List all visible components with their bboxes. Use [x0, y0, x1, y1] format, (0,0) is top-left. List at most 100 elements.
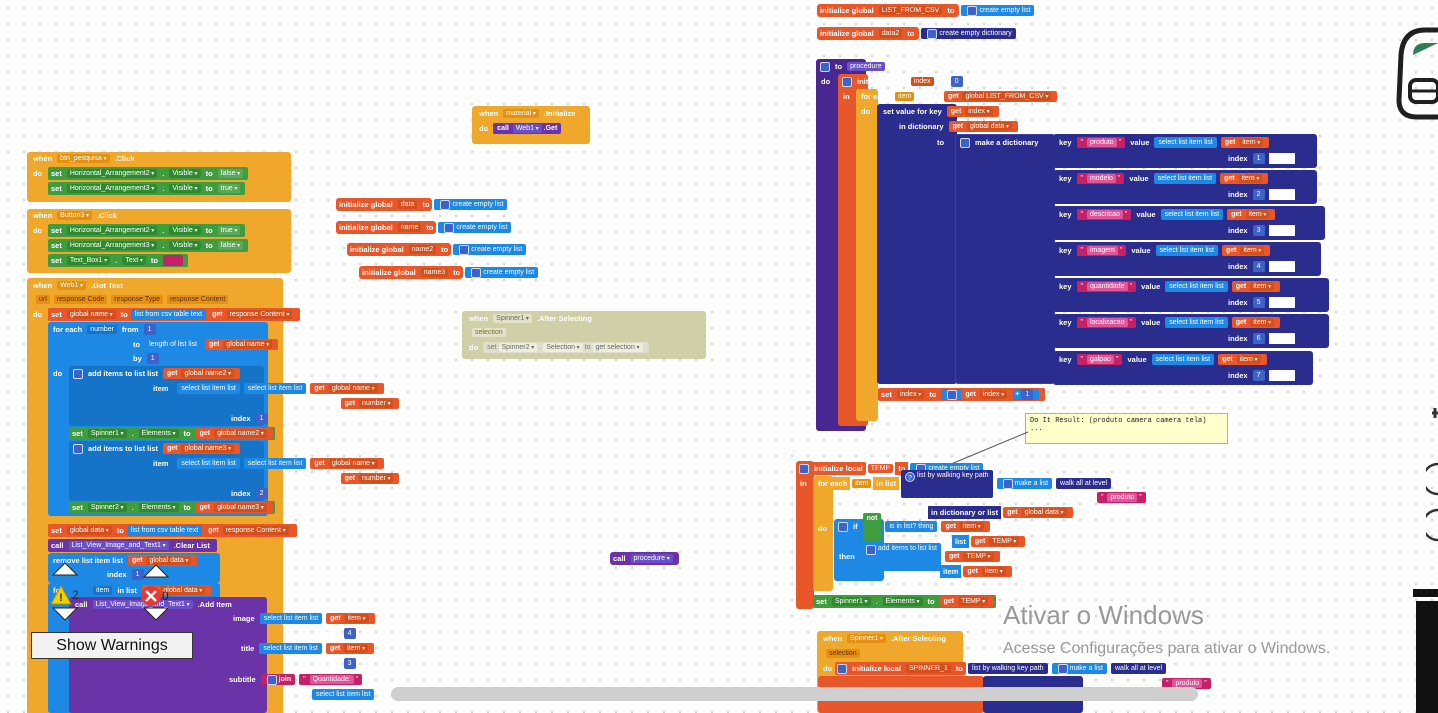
procedure-dropdown[interactable]: procedure	[630, 554, 673, 563]
make-a-list-block[interactable]: make a list	[1051, 663, 1107, 674]
plus-icon[interactable]	[1425, 405, 1438, 445]
chevron-down-icon[interactable]	[141, 604, 171, 626]
select-list-item-block[interactable]: select list item list	[1154, 137, 1217, 148]
param-selection[interactable]: selection	[472, 328, 506, 337]
text-block[interactable]: " localizacao "	[1076, 317, 1137, 328]
param-selection[interactable]: selection	[826, 649, 860, 658]
variable-dropdown[interactable]: global data	[66, 526, 112, 535]
number-block[interactable]: 6	[1252, 333, 1265, 344]
get-block[interactable]: get TEMP	[944, 551, 1000, 562]
loop-variable[interactable]: number	[87, 325, 117, 334]
number-block[interactable]: 4	[343, 628, 356, 639]
text-block[interactable]: " modelo "	[1076, 173, 1125, 184]
variable-dropdown[interactable]: number	[359, 399, 394, 408]
number-block[interactable]: 2	[1252, 189, 1265, 200]
select-list-item-block[interactable]: select list item list	[1155, 245, 1219, 256]
is-in-list-block[interactable]: is in list? thing	[885, 521, 938, 532]
get-block[interactable]: get item	[1220, 173, 1269, 184]
get-block[interactable]: get global data	[948, 121, 1018, 132]
property-dropdown[interactable]: Selection	[543, 343, 583, 352]
get-block[interactable]: get response Content	[208, 309, 299, 320]
select-list-item-block[interactable]: select list item list	[243, 458, 307, 469]
select-list-item-block[interactable]: select list item list	[177, 458, 240, 469]
gear-icon[interactable]	[820, 61, 830, 72]
loop-variable[interactable]: item	[852, 479, 872, 488]
component-dropdown[interactable]: Spinner1	[847, 634, 886, 643]
number-block[interactable]: 3	[343, 658, 356, 669]
gear-icon[interactable]	[927, 28, 938, 39]
global-name-field[interactable]: data2	[878, 29, 903, 38]
param-response-type[interactable]: response Type	[111, 295, 164, 304]
get-block[interactable]: get number	[340, 473, 400, 484]
gear-icon[interactable]	[842, 76, 852, 87]
do-it-result-comment[interactable]: Do It Result: (produto camera camera tel…	[1025, 413, 1228, 444]
get-block[interactable]: get item	[1231, 317, 1281, 328]
variable-dropdown[interactable]: item	[1250, 282, 1275, 291]
get-block[interactable]: get item	[1227, 209, 1276, 220]
text-block[interactable]: " produto "	[1097, 492, 1146, 503]
variable-dropdown[interactable]: item	[959, 522, 984, 531]
key-text[interactable]: localizacao	[1086, 318, 1128, 327]
add-items-to-list-block[interactable]: add items to list list	[859, 542, 941, 571]
get-block[interactable]: get global name	[310, 383, 384, 394]
number-block[interactable]: 3	[1252, 225, 1265, 236]
get-block[interactable]: get item	[1220, 137, 1270, 148]
boolean-dropdown[interactable]: false	[217, 241, 244, 250]
walk-key-path-block[interactable]: list by walking key path	[967, 663, 1048, 674]
get-block[interactable]: get index	[961, 389, 1014, 400]
boolean-dropdown[interactable]: true	[217, 184, 241, 193]
call-procedure-block[interactable]: call procedure	[610, 552, 679, 565]
variable-dropdown[interactable]: global name	[328, 384, 378, 393]
set-visible-block[interactable]: set Horizontal_Arrangement2 .Visible to …	[48, 224, 246, 237]
set-index-block[interactable]: set index to get index + 1	[878, 388, 1046, 401]
init-global-name3[interactable]: initialize global name3 to create empty …	[359, 266, 540, 279]
property-dropdown[interactable]: Elements	[138, 429, 179, 438]
variable-dropdown[interactable]: TEMP	[989, 537, 1020, 546]
property-dropdown[interactable]: Elements	[882, 597, 923, 606]
param-response-content[interactable]: response Content	[167, 295, 229, 304]
create-empty-list-block[interactable]: create empty list	[961, 5, 1035, 16]
init-local-spinner-block[interactable]: initialize local SPINNER_1 to	[835, 662, 966, 675]
get-block[interactable]: get number	[340, 398, 400, 409]
set-spinner1-elements-block[interactable]: set Spinner1 .Elements to get TEMP	[813, 595, 997, 608]
property-dropdown[interactable]: Text	[122, 256, 146, 265]
text-block[interactable]: " descricao "	[1076, 209, 1132, 220]
component-dropdown[interactable]: material	[503, 109, 539, 118]
create-empty-dictionary-block[interactable]: create empty dictionary	[921, 28, 1016, 39]
text-block[interactable]: " galpao "	[1076, 354, 1123, 365]
number-block[interactable]: 7	[1252, 370, 1265, 381]
make-a-dictionary-block[interactable]	[955, 134, 1055, 384]
select-list-item-block[interactable]: select list item list	[1160, 209, 1224, 220]
gear-icon[interactable]	[444, 222, 455, 233]
variable-dropdown[interactable]: global LIST_FROM_CSV	[962, 92, 1052, 101]
text-value[interactable]: produto	[1107, 493, 1138, 502]
gear-icon[interactable]	[960, 137, 970, 148]
property-dropdown[interactable]: Visible	[169, 241, 201, 250]
component-dropdown[interactable]: Spinner1	[831, 597, 871, 606]
select-list-item-block[interactable]: select list item list	[1165, 281, 1228, 292]
component-dropdown[interactable]: Horizontal_Arrangement3	[66, 184, 158, 193]
variable-dropdown[interactable]: TEMP	[958, 597, 989, 606]
create-empty-list-block[interactable]: create empty list	[465, 267, 539, 278]
set-spinner2-elements-block[interactable]: set Spinner2 .Elements to get global nam…	[69, 501, 275, 514]
number-block[interactable]: 1	[1252, 153, 1265, 164]
make-a-list-block[interactable]: make a list	[996, 478, 1053, 489]
component-dropdown[interactable]: Spinner2	[498, 343, 538, 352]
get-block[interactable]: get item	[326, 613, 375, 624]
variable-dropdown[interactable]: global data	[1021, 508, 1067, 517]
gear-icon[interactable]	[947, 389, 958, 400]
text-value[interactable]: Quantidade:	[309, 675, 354, 684]
variable-dropdown[interactable]: global name	[223, 340, 273, 349]
get-block[interactable]: get item	[941, 521, 990, 532]
loop-variable[interactable]: item	[895, 92, 915, 101]
global-name-field[interactable]: data	[397, 200, 418, 209]
set-global-name-block[interactable]: set global name to list from csv table t…	[48, 308, 301, 321]
variable-dropdown[interactable]: global name	[66, 310, 116, 319]
gear-icon[interactable]	[1057, 663, 1068, 674]
clear-list-call-block[interactable]: call List_View_Image_and_Text1 .Clear Li…	[48, 539, 217, 552]
property-dropdown[interactable]: Visible	[169, 169, 201, 178]
variable-dropdown[interactable]: response Content	[222, 526, 289, 535]
param-url[interactable]: url	[36, 295, 50, 304]
gear-icon[interactable]	[471, 267, 482, 278]
variable-dropdown[interactable]: global name	[328, 459, 378, 468]
